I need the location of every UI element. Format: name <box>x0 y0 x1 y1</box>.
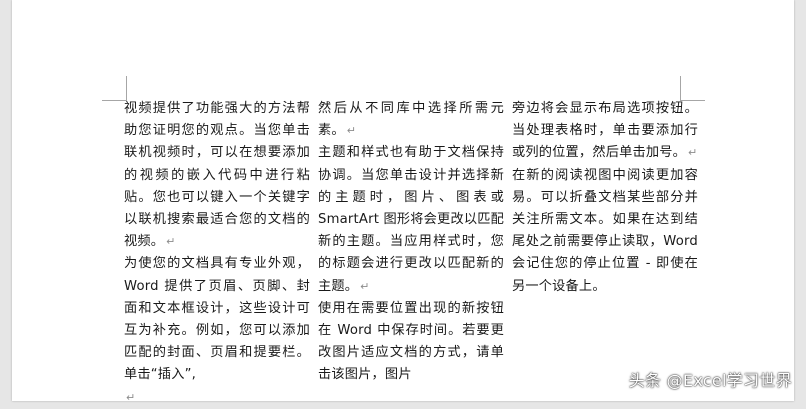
paragraph-text: 然后从不同库中选择所需元素。 <box>318 101 504 138</box>
paragraph[interactable]: 旁边将会显示布局选项按钮。当处理表格时，单击要添加行或列的位置，然后单击加号。↵ <box>512 98 698 165</box>
paragraph-text: 旁边将会显示布局选项按钮。当处理表格时，单击要添加行或列的位置，然后单击加号。 <box>512 101 698 160</box>
paragraph-mark-icon: ↵ <box>347 124 356 137</box>
paragraph-text: 使用在需要位置出现的新按钮在 Word 中保存时间。若要更改图片适应文档的方式，… <box>318 301 504 383</box>
text-column-1[interactable]: 视频提供了功能强大的方法帮助您证明您的观点。当您单击联机视频时，可以在想要添加的… <box>124 98 310 409</box>
paragraph-mark-icon: ↵ <box>688 146 697 159</box>
watermark-text: 头条 @Excel学习世界 <box>629 367 792 391</box>
paragraph-mark-icon: ↵ <box>360 280 369 293</box>
text-column-2[interactable]: 然后从不同库中选择所需元素。↵ 主题和样式也有助于文档保持协调。当您单击设计并选… <box>318 98 504 387</box>
paragraph-text: 在新的阅读视图中阅读更加容易。可以折叠文档某些部分并关注所需文本。如果在达到结尾… <box>512 168 702 294</box>
paragraph[interactable]: 为使您的文档具有专业外观，Word 提供了页眉、页脚、封面和文本框设计，这些设计… <box>124 253 310 386</box>
paragraph[interactable]: 使用在需要位置出现的新按钮在 Word 中保存时间。若要更改图片适应文档的方式，… <box>318 298 504 387</box>
paragraph[interactable]: 然后从不同库中选择所需元素。↵ <box>318 98 504 142</box>
paragraph-text: 主题和样式也有助于文档保持协调。当您单击设计并选择新的主题时，图片、图表或 Sm… <box>318 145 508 293</box>
paragraph[interactable]: 视频提供了功能强大的方法帮助您证明您的观点。当您单击联机视频时，可以在想要添加的… <box>124 98 310 253</box>
paragraph-text: 为使您的文档具有专业外观，Word 提供了页眉、页脚、封面和文本框设计，这些设计… <box>124 256 310 382</box>
paragraph-empty[interactable]: ↵ <box>124 387 310 409</box>
document-page: 视频提供了功能强大的方法帮助您证明您的观点。当您单击联机视频时，可以在想要添加的… <box>12 0 794 401</box>
paragraph-mark-icon: ↵ <box>166 235 175 248</box>
paragraph-text: 视频提供了功能强大的方法帮助您证明您的观点。当您单击联机视频时，可以在想要添加的… <box>124 101 310 249</box>
paragraph[interactable]: 主题和样式也有助于文档保持协调。当您单击设计并选择新的主题时，图片、图表或 Sm… <box>318 142 504 297</box>
paragraph-mark-icon: ↵ <box>126 391 135 404</box>
text-column-3[interactable]: 旁边将会显示布局选项按钮。当处理表格时，单击要添加行或列的位置，然后单击加号。↵… <box>512 98 698 298</box>
paragraph[interactable]: 在新的阅读视图中阅读更加容易。可以折叠文档某些部分并关注所需文本。如果在达到结尾… <box>512 165 698 298</box>
